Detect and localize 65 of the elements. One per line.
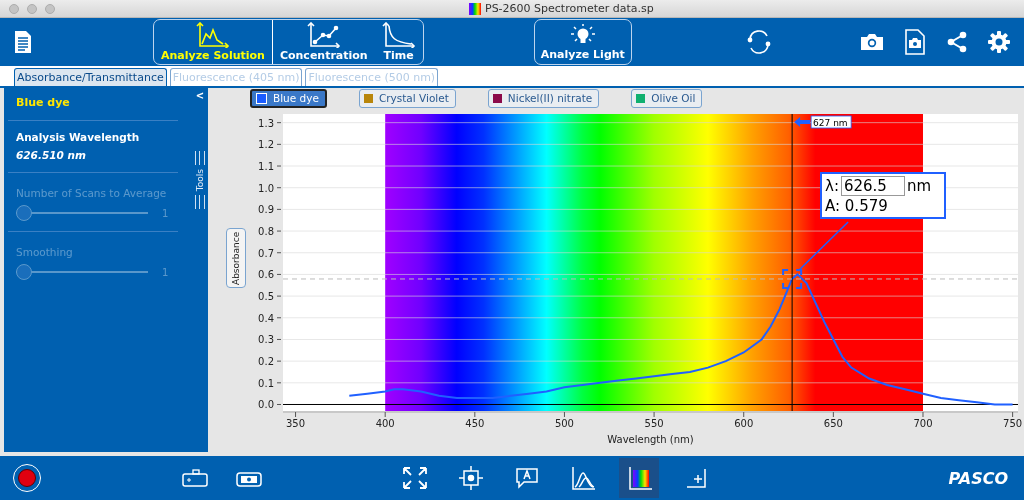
wavelength-value: 626.510 nm xyxy=(16,149,87,161)
line-graph-icon xyxy=(306,22,341,48)
y-tick-label: 0.3 xyxy=(258,334,274,346)
lambda-label: λ: xyxy=(825,177,839,195)
brand-logo: PASCO xyxy=(948,468,1008,488)
mode-button[interactable]: Concentration xyxy=(272,20,375,64)
y-tick-label: 0.6 xyxy=(258,269,274,281)
sample-chip[interactable]: Nickel(II) nitrate xyxy=(487,88,600,108)
analyze-light-button[interactable]: Analyze Light xyxy=(533,19,632,65)
x-tick-label: 550 xyxy=(644,418,664,429)
x-axis-label: Wavelength (nm) xyxy=(607,434,694,445)
wavelength-input[interactable]: 626.5 xyxy=(840,176,905,196)
share-icon[interactable] xyxy=(946,31,968,53)
slider-value: 1 xyxy=(162,207,169,219)
y-tick-label: 0.9 xyxy=(258,204,274,216)
absorbance-graph-icon xyxy=(195,22,230,48)
y-tick-label: 1.0 xyxy=(258,182,274,194)
absorbance-reading: A: 0.579 xyxy=(825,197,889,215)
x-tick-label: 450 xyxy=(465,418,485,429)
window-title: PS-2600 Spectrometer data.sp xyxy=(485,2,654,15)
slider-value: 1 xyxy=(162,266,169,278)
y-tick-label: 0.2 xyxy=(258,356,274,368)
y-tick-label: 0.5 xyxy=(258,291,274,303)
tools-handle[interactable]: Tools xyxy=(195,169,205,192)
ref-line-label: 627 nm xyxy=(813,117,848,128)
y-axis-label[interactable]: Absorbance xyxy=(226,228,246,288)
x-tick-label: 500 xyxy=(554,418,574,429)
mode-button[interactable]: Analyze Solution xyxy=(154,20,273,64)
spectrum-graph-icon[interactable] xyxy=(619,458,659,498)
y-tick-label: 1.2 xyxy=(258,139,274,151)
x-tick-label: 600 xyxy=(734,418,754,429)
camera-icon[interactable] xyxy=(860,32,884,52)
slider-label: Number of Scans to Average xyxy=(16,187,167,199)
y-tick-label: 0.1 xyxy=(258,377,274,389)
x-tick-label: 400 xyxy=(375,418,395,429)
file-camera-icon[interactable] xyxy=(904,29,926,55)
document-icon[interactable] xyxy=(13,30,33,54)
x-tick-label: 350 xyxy=(286,418,306,429)
decay-graph-icon xyxy=(381,22,416,48)
y-tick-label: 0.7 xyxy=(258,247,274,259)
collapse-button[interactable]: < xyxy=(195,90,205,101)
sample-chip[interactable]: Blue dye xyxy=(250,88,327,108)
device-icon[interactable] xyxy=(181,468,209,488)
wavelength-label: Analysis Wavelength xyxy=(16,131,141,143)
y-tick-label: 0.8 xyxy=(258,226,274,238)
x-tick-label: 700 xyxy=(913,418,933,429)
y-tick-label: 0.4 xyxy=(258,312,274,324)
y-tick-label: 1.1 xyxy=(258,161,274,173)
y-tick-label: 0.0 xyxy=(258,399,274,411)
sample-chip[interactable]: Crystal Violet xyxy=(358,88,456,108)
data-point-marker xyxy=(782,269,803,289)
x-tick-label: 650 xyxy=(823,418,843,429)
unit-label: nm xyxy=(906,177,932,195)
cursor-flag: 627 nm xyxy=(794,115,852,129)
record-button[interactable] xyxy=(13,464,41,492)
y-tick-label: 1.3 xyxy=(258,117,274,129)
settings-icon[interactable] xyxy=(988,31,1010,53)
tab[interactable]: Absorbance/Transmittance xyxy=(14,68,167,86)
mode-button[interactable]: Time xyxy=(374,20,423,64)
sample-chip[interactable]: Olive Oil xyxy=(631,88,703,108)
spectrum-icon xyxy=(469,2,481,15)
x-tick-label: 750 xyxy=(1003,418,1023,429)
leader-line xyxy=(797,221,849,272)
sample-name: Blue dye xyxy=(16,96,71,109)
slider-label: Smoothing xyxy=(16,246,73,258)
